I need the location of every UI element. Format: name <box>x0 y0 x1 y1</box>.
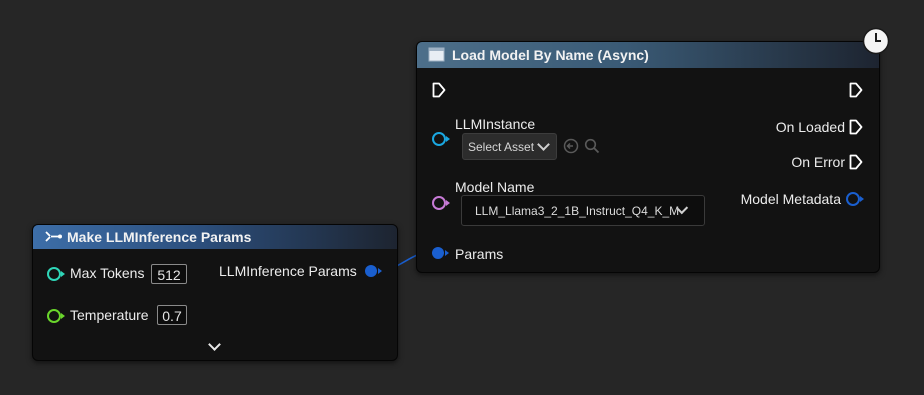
chevron-down-icon <box>537 138 550 151</box>
model-metadata-label: Model Metadata <box>740 191 841 207</box>
max-tokens-input[interactable]: 512 <box>151 264 187 284</box>
params-input-pin[interactable] <box>432 247 444 259</box>
pin-arrow-icon <box>446 200 450 206</box>
llm-instance-pin[interactable] <box>432 132 446 146</box>
node-header[interactable]: Make LLMInference Params <box>33 225 397 249</box>
use-selected-asset-icon[interactable] <box>563 138 579 154</box>
model-metadata-output-pin[interactable] <box>846 192 860 206</box>
temperature-input[interactable]: 0.7 <box>157 305 187 325</box>
params-label: Params <box>455 246 504 262</box>
model-name-value: LLM_Llama3_2_1B_Instruct_Q4_K_M <box>475 203 680 218</box>
model-name-dropdown[interactable]: LLM_Llama3_2_1B_Instruct_Q4_K_M <box>461 195 705 226</box>
max-tokens-pin[interactable] <box>47 267 61 281</box>
on-loaded-label: On Loaded <box>775 119 845 135</box>
browse-asset-icon[interactable] <box>584 138 600 154</box>
temperature-pin[interactable] <box>47 309 61 323</box>
pin-arrow-icon <box>860 196 864 202</box>
pin-arrow-icon <box>61 271 65 277</box>
llminference-params-output-pin[interactable] <box>365 265 377 277</box>
on-loaded-exec-pin[interactable] <box>849 119 863 135</box>
expand-chevron-icon[interactable] <box>208 338 221 351</box>
on-error-label: On Error <box>791 154 845 170</box>
node-title: Load Model By Name (Async) <box>452 47 649 63</box>
pin-arrow-icon <box>446 136 450 142</box>
pin-arrow-icon <box>378 268 382 274</box>
max-tokens-label: Max Tokens <box>70 265 145 281</box>
model-name-pin[interactable] <box>432 196 446 210</box>
clock-icon <box>862 27 890 55</box>
llm-instance-label: LLMInstance <box>455 116 536 132</box>
node-title: Make LLMInference Params <box>67 229 252 245</box>
make-struct-icon <box>45 231 62 242</box>
node-header[interactable]: Load Model By Name (Async) <box>417 42 879 68</box>
llminference-params-output-label: LLMInference Params <box>219 263 357 279</box>
temperature-label: Temperature <box>70 307 149 323</box>
pin-arrow-icon <box>445 250 449 256</box>
load-model-by-name-node[interactable]: Load Model By Name (Async) LLMInstance S… <box>416 27 890 273</box>
pin-arrow-icon <box>61 313 65 319</box>
exec-output-pin[interactable] <box>849 82 863 98</box>
on-error-exec-pin[interactable] <box>849 154 863 170</box>
exec-input-pin[interactable] <box>432 82 446 98</box>
model-name-label: Model Name <box>455 179 535 195</box>
select-asset-text: Select Asset <box>468 139 535 154</box>
make-llminference-params-node[interactable]: Make LLMInference Params Max Tokens 512 … <box>32 224 398 361</box>
function-icon <box>428 47 445 62</box>
select-asset-dropdown[interactable]: Select Asset <box>462 133 557 160</box>
